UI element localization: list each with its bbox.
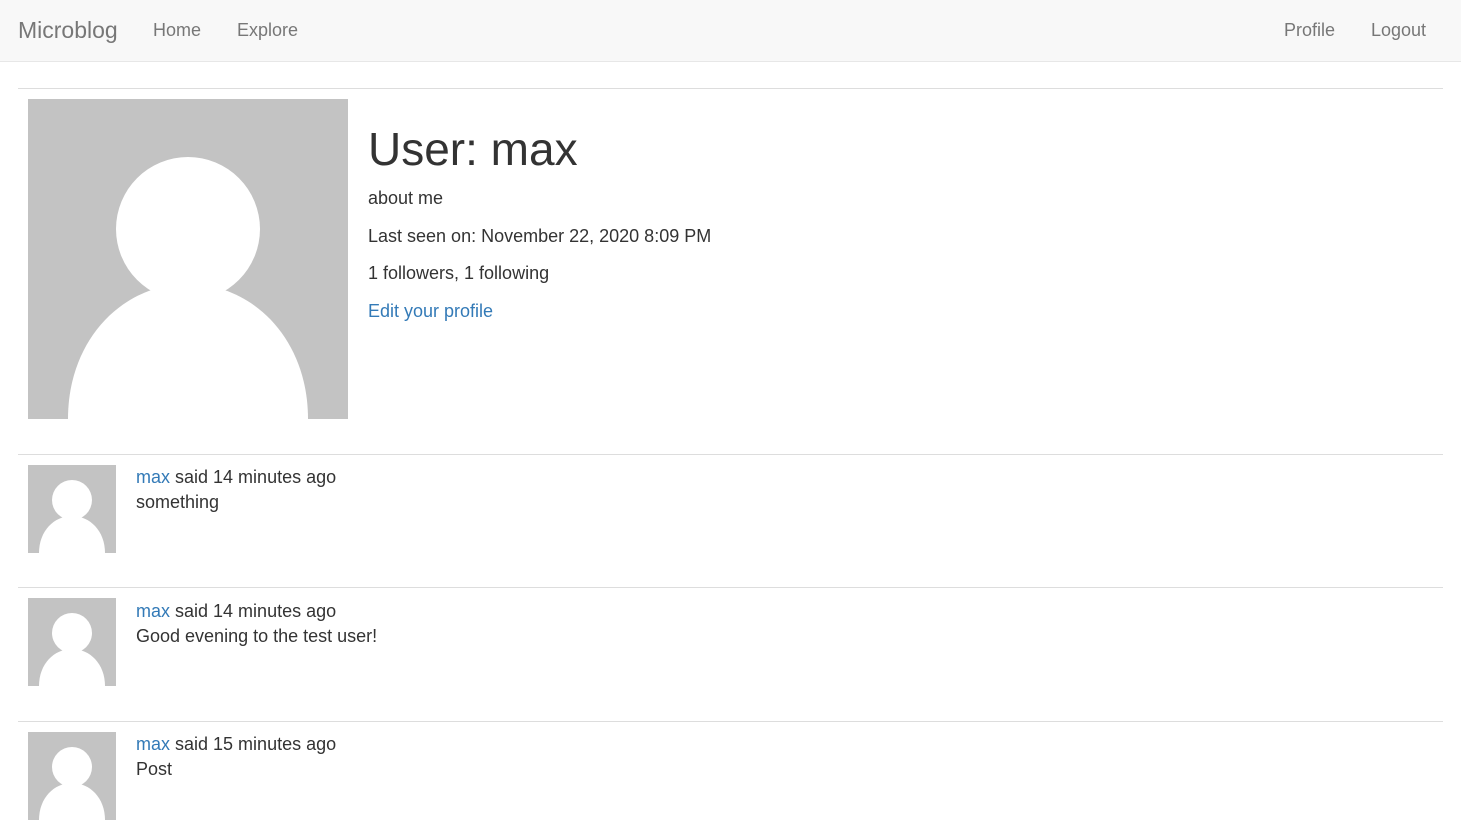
post-author-link[interactable]: max xyxy=(136,734,170,754)
post-header: max said 14 minutes ago xyxy=(136,600,336,622)
profile-last-seen: Last seen on: November 22, 2020 8:09 PM xyxy=(368,226,712,246)
profile-follow-counts: 1 followers, 1 following xyxy=(368,263,550,283)
nav-logout-link[interactable]: Logout xyxy=(1371,19,1426,41)
post-body: Post xyxy=(136,759,173,779)
profile-avatar-icon xyxy=(28,99,348,419)
post-avatar-icon xyxy=(28,465,116,553)
profile-title: User: max xyxy=(368,123,578,175)
post-body: something xyxy=(136,492,220,512)
post-header: max said 14 minutes ago xyxy=(136,466,336,488)
nav-explore-link[interactable]: Explore xyxy=(237,19,298,41)
post-timestamp: said 14 minutes ago xyxy=(170,601,337,621)
nav-home-link[interactable]: Home xyxy=(153,19,201,41)
post-divider xyxy=(18,721,1443,722)
post-author-link[interactable]: max xyxy=(136,601,170,621)
post-divider xyxy=(18,454,1443,455)
edit-profile-link[interactable]: Edit your profile xyxy=(368,300,493,322)
brand-link[interactable]: Microblog xyxy=(18,16,118,44)
post-header: max said 15 minutes ago xyxy=(136,733,336,755)
post-author-link[interactable]: max xyxy=(136,467,170,487)
post-timestamp: said 15 minutes ago xyxy=(170,734,337,754)
top-navbar: Microblog Home Explore Profile Logout xyxy=(0,0,1461,62)
profile-top-divider xyxy=(18,88,1443,89)
nav-profile-link[interactable]: Profile xyxy=(1284,19,1335,41)
post-avatar-icon xyxy=(28,598,116,686)
post-divider xyxy=(18,587,1443,588)
post-body: Good evening to the test user! xyxy=(136,626,378,646)
profile-about: about me xyxy=(368,188,444,208)
post-avatar-icon xyxy=(28,732,116,820)
post-timestamp: said 14 minutes ago xyxy=(170,467,337,487)
